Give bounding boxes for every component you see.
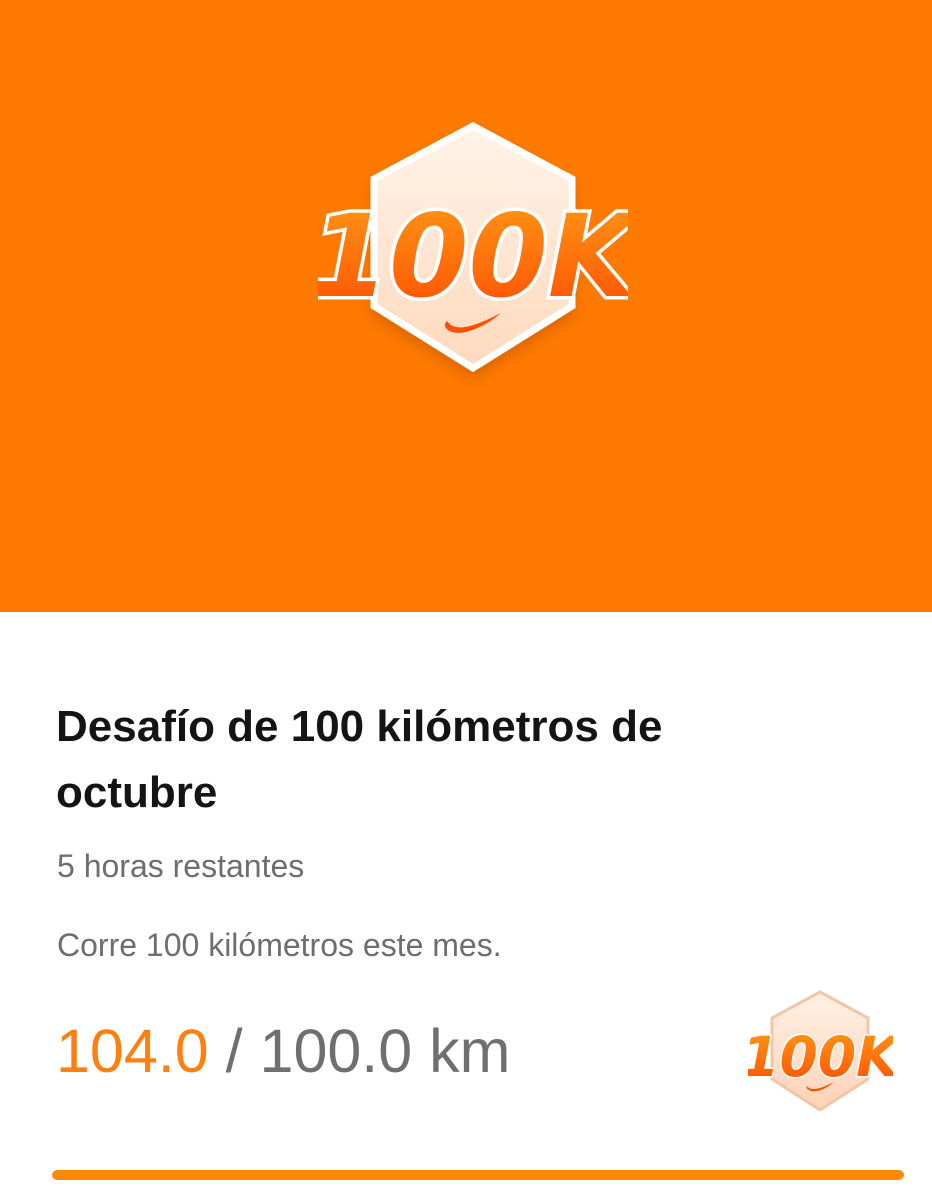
small-badge-100k-icon: 100K bbox=[748, 990, 893, 1112]
goal-distance: 100.0 bbox=[259, 1017, 413, 1085]
distance-separator: / bbox=[225, 1017, 243, 1085]
time-remaining: 5 horas restantes bbox=[57, 848, 305, 884]
progress-bar-fill bbox=[52, 1170, 904, 1180]
svg-text:100K: 100K bbox=[748, 1025, 893, 1089]
challenge-description: Corre 100 kilómetros este mes. bbox=[57, 927, 502, 963]
challenge-title: Desafío de 100 kilómetros de octubre bbox=[56, 702, 663, 817]
current-distance: 104.0 bbox=[56, 1017, 209, 1085]
challenge-hero-banner: 100K bbox=[0, 0, 932, 612]
svg-text:100K: 100K bbox=[318, 190, 628, 323]
challenge-details: Desafío de 100 kilómetros de octubre 5 h… bbox=[0, 612, 932, 1200]
progress-bar-track bbox=[52, 1170, 904, 1180]
badge-100k-icon: 100K bbox=[318, 122, 628, 373]
distance-unit: km bbox=[429, 1017, 511, 1085]
distance-progress: 104.0 / 100.0 km bbox=[56, 1016, 510, 1086]
